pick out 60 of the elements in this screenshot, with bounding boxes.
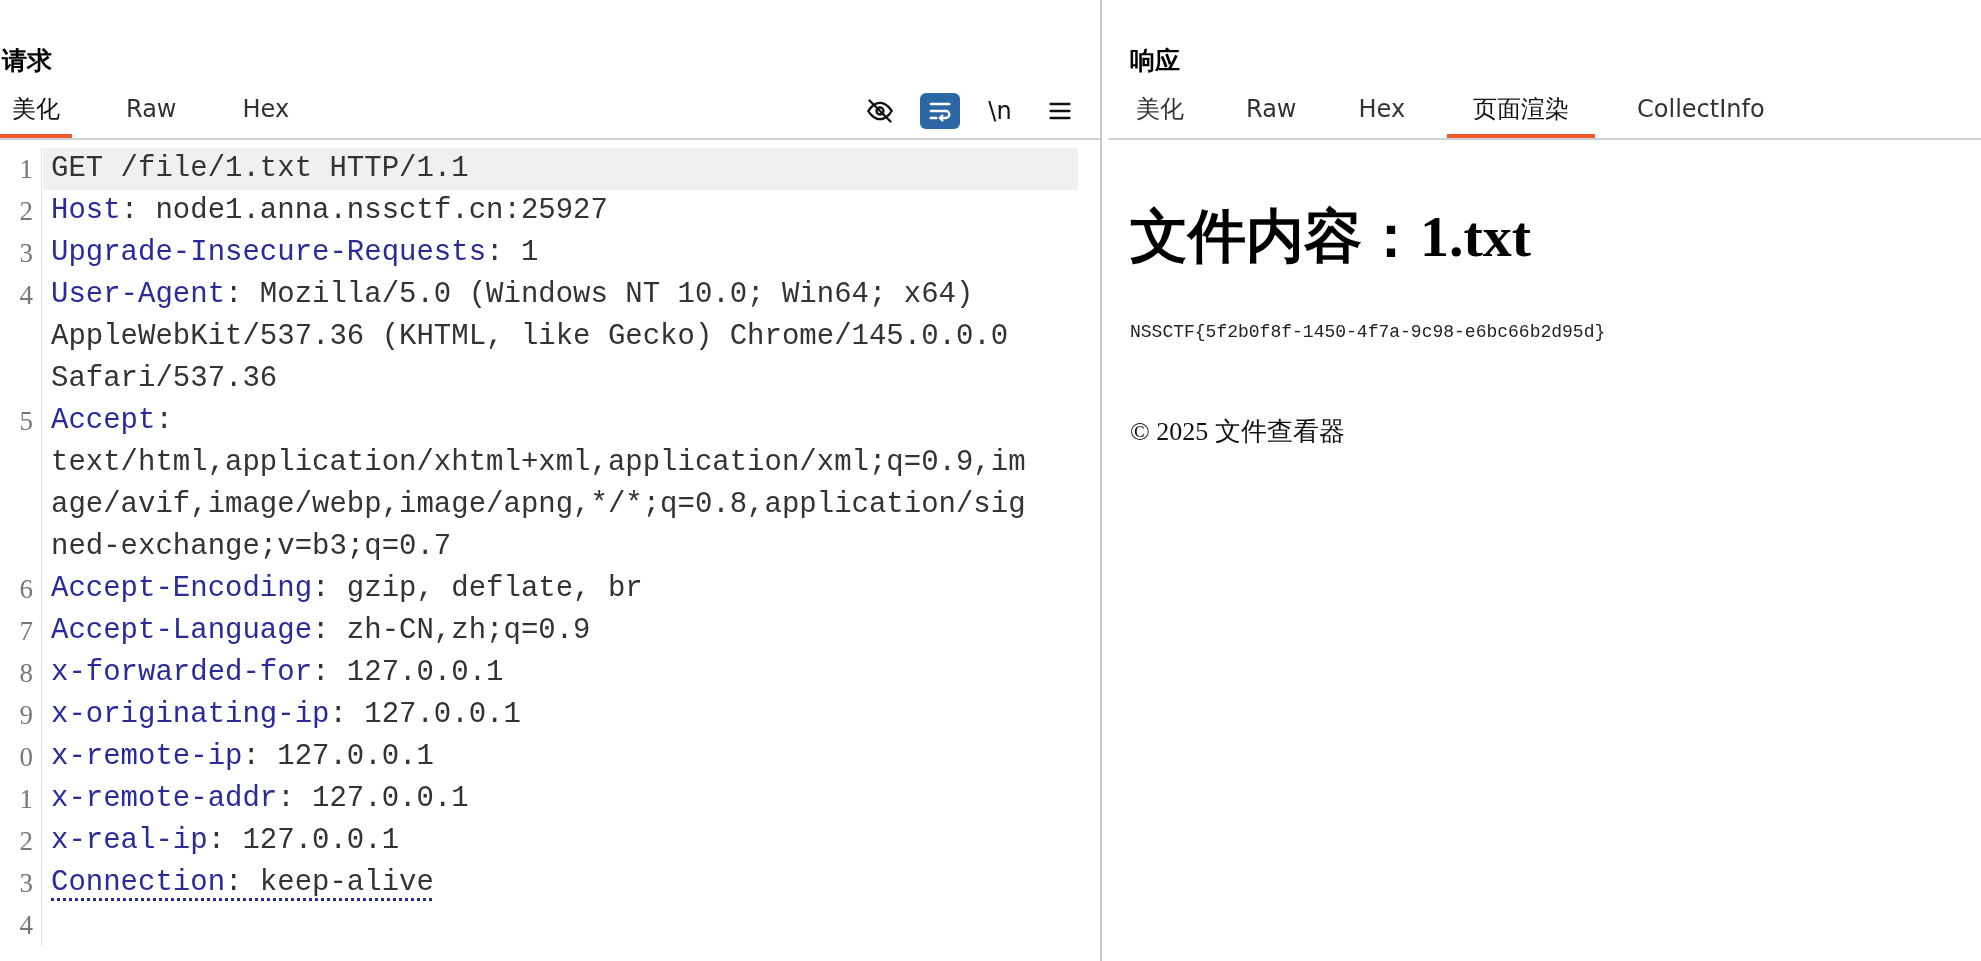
header-name: Accept-Encoding — [51, 572, 313, 605]
header-value: : — [155, 404, 173, 437]
line-number: 7 — [0, 610, 42, 652]
tab[interactable]: 美化 — [0, 84, 72, 138]
header-value: age/avif,image/webp,image/apng,*/*;q=0.8,application/sig — [51, 488, 1026, 521]
header-name: x-originating-ip — [51, 698, 330, 731]
header-name: x-remote-addr — [51, 782, 278, 815]
tab[interactable]: CollectInfo — [1617, 84, 1785, 138]
line-number: 2 — [0, 820, 42, 862]
line-number: 5 — [0, 400, 42, 568]
tab[interactable]: Raw — [1226, 84, 1317, 138]
header-value: Safari/537.36 — [51, 362, 278, 395]
tab[interactable]: Hex — [1338, 84, 1426, 138]
header-value: : node1.anna.nssctf.cn:25927 — [120, 194, 608, 227]
line-number: 4 — [0, 274, 42, 400]
hide-icon — [866, 97, 894, 125]
tab[interactable]: 美化 — [1116, 84, 1204, 138]
header-name: Connection — [51, 866, 226, 899]
header-name: Host — [51, 194, 121, 227]
line-number: 0 — [0, 736, 42, 778]
wrap-toggle[interactable] — [920, 93, 960, 129]
line-number: 1 — [0, 778, 42, 820]
header-value: : 127.0.0.1 — [207, 824, 400, 857]
header-value: : zh-CN,zh;q=0.9 — [312, 614, 591, 647]
line-number: 8 — [0, 652, 42, 694]
newline-toggle[interactable]: \n — [980, 93, 1020, 129]
header-value: ned-exchange;v=b3;q=0.7 — [51, 530, 452, 563]
header-name: User-Agent — [51, 278, 226, 311]
file-content: NSSCTF{5f2b0f8f-1450-4f7a-9c98-e6bc66b2d95d} — [1130, 322, 1607, 342]
header-value: : Mozilla/5.0 (Windows NT 10.0; Win64; x64) — [225, 278, 974, 311]
line-number: 3 — [0, 232, 42, 274]
header-name: x-real-ip — [51, 824, 208, 857]
header-value: AppleWebKit/537.36 (KHTML, like Gecko) Chrome/145.0.0.0 — [51, 320, 1009, 353]
header-value: : 127.0.0.1 — [277, 782, 469, 815]
panel-title: 响应 — [1130, 45, 1181, 77]
line-number: 2 — [0, 190, 42, 232]
header-name: Accept — [51, 404, 156, 437]
request-line: GET /file/1.txt HTTP/1.1 — [51, 152, 469, 185]
tab[interactable]: Hex — [230, 84, 302, 138]
line-number: 6 — [0, 568, 42, 610]
header-value: text/html,application/xhtml+xml,application/xml;q=0.9,im — [51, 446, 1026, 479]
header-name: Upgrade-Insecure-Requests — [51, 236, 487, 269]
header-value: : 127.0.0.1 — [312, 656, 504, 689]
line-number: 4 — [0, 904, 42, 946]
header-value: : 127.0.0.1 — [329, 698, 521, 731]
tab[interactable]: Raw — [114, 84, 189, 138]
header-name: x-remote-ip — [51, 740, 243, 773]
line-number: 3 — [0, 862, 42, 904]
header-value: : 1 — [486, 236, 539, 269]
page-heading: 文件内容：1.txt — [1130, 203, 1533, 271]
tab[interactable]: 页面渲染 — [1447, 84, 1596, 138]
header-value: : keep-alive — [225, 866, 434, 899]
line-number: 9 — [0, 694, 42, 736]
header-name: x-forwarded-for — [51, 656, 313, 689]
line-number: 1 — [0, 148, 42, 190]
header-value: : gzip, deflate, br — [312, 572, 643, 605]
panel-title: 请求 — [2, 45, 53, 77]
header-value: : 127.0.0.1 — [242, 740, 434, 773]
header-name: Accept-Language — [51, 614, 313, 647]
page-footer: © 2025 文件查看器 — [1130, 414, 1959, 449]
